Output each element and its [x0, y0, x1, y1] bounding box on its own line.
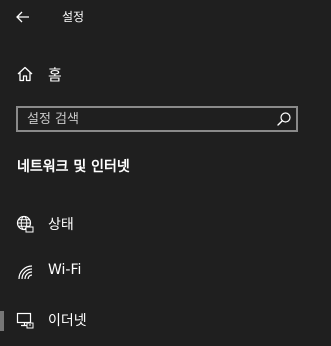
nav-item-ethernet-label: 이더넷 — [48, 313, 87, 329]
globe-status-icon — [16, 215, 34, 233]
home-label: 홈 — [48, 66, 62, 84]
nav-item-wifi-label: Wi-Fi — [48, 262, 82, 278]
back-arrow-icon — [16, 11, 29, 23]
selection-indicator — [0, 311, 4, 331]
ethernet-icon — [16, 312, 34, 329]
wifi-icon — [18, 265, 33, 280]
nav-item-ethernet[interactable]: 이더넷 — [0, 301, 331, 339]
home-icon — [17, 66, 33, 82]
search-icon[interactable] — [276, 111, 292, 127]
home-nav-item[interactable]: 홈 — [0, 56, 331, 92]
search-box[interactable] — [16, 106, 298, 132]
back-button[interactable] — [8, 3, 38, 31]
section-heading: 네트워크 및 인터넷 — [17, 159, 130, 175]
title-bar: 설정 — [0, 0, 331, 34]
search-input[interactable] — [18, 108, 268, 130]
window-title: 설정 — [62, 10, 85, 24]
nav-item-status[interactable]: 상태 — [0, 205, 331, 243]
nav-item-status-label: 상태 — [48, 217, 74, 233]
nav-item-wifi[interactable]: Wi-Fi — [0, 253, 331, 291]
